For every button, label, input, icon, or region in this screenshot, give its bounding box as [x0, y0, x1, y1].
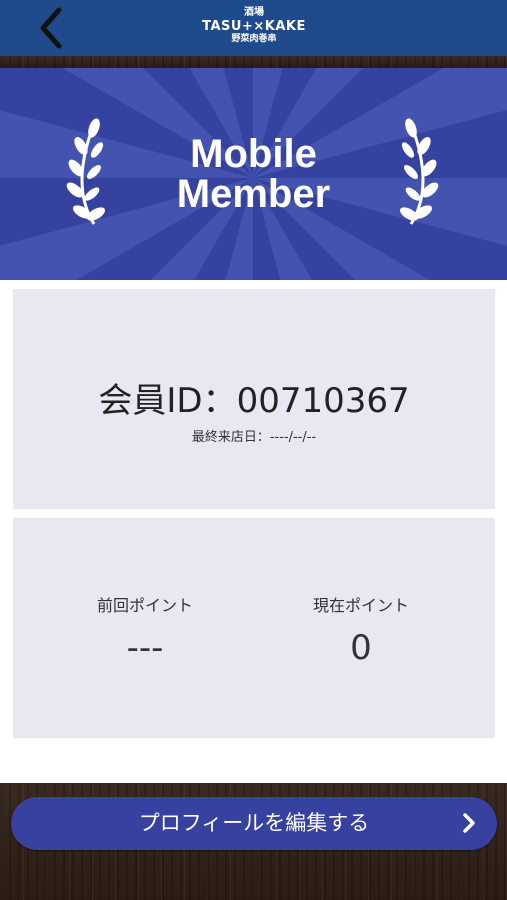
mobile-member-banner: Mobile Member — [0, 68, 507, 280]
points-card: 前回ポイント --- 現在ポイント 0 — [13, 518, 495, 738]
previous-points-label: 前回ポイント — [96, 596, 193, 615]
logo-line1: 酒場 — [244, 7, 264, 18]
last-visit-date: 最終来店日：----/--/-- — [191, 430, 317, 445]
current-points-value: 0 — [350, 628, 372, 668]
logo-line2: TASU+×KAKE — [202, 19, 306, 34]
chevron-left-icon — [40, 7, 62, 49]
banner-title-line1: Mobile — [190, 132, 317, 176]
edit-profile-label: プロフィールを編集する — [138, 811, 370, 835]
edit-profile-button[interactable]: プロフィールを編集する — [11, 797, 497, 850]
logo-line3: 野菜肉巻串 — [231, 34, 277, 44]
chevron-right-icon — [463, 813, 475, 833]
member-card: 会員ID：00710367 最終来店日：----/--/-- — [13, 289, 495, 509]
previous-points-value: --- — [126, 628, 164, 668]
app-header: 酒場 TASU+×KAKE 野菜肉巻串 — [0, 0, 507, 56]
back-button[interactable] — [30, 6, 74, 50]
banner-title-line2: Member — [176, 172, 331, 216]
current-points-label: 現在ポイント — [312, 596, 409, 615]
store-logo: 酒場 TASU+×KAKE 野菜肉巻串 — [198, 6, 310, 50]
wood-divider — [0, 56, 507, 68]
member-id: 会員ID：00710367 — [98, 381, 410, 421]
